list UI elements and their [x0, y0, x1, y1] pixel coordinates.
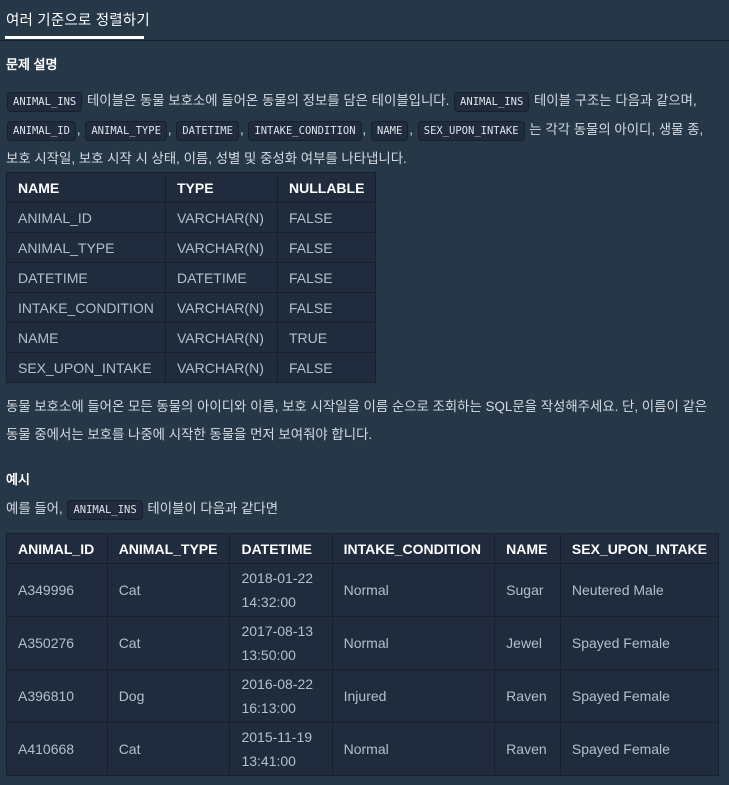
cell: VARCHAR(N) — [165, 322, 278, 353]
example-table: ANIMAL_ID ANIMAL_TYPE DATETIME INTAKE_CO… — [6, 533, 720, 776]
cell: FALSE — [276, 232, 377, 263]
separator: , — [362, 122, 370, 137]
text: 테이블은 동물 보호소에 들어온 동물의 정보를 담은 테이블입니다. — [83, 93, 454, 108]
cell: Spayed Female — [559, 616, 720, 670]
code-column: INTAKE_CONDITION — [248, 121, 362, 141]
example-intro: 예를 들어, ANIMAL_INS 테이블이 다음과 같다면 — [6, 495, 722, 524]
tab-label: 여러 기준으로 정렬하기 — [6, 13, 150, 29]
cell: Injured — [331, 669, 496, 723]
cell: A396810 — [6, 669, 108, 723]
cell: FALSE — [276, 292, 377, 323]
cell: Raven — [494, 669, 561, 723]
cell: A410668 — [6, 722, 108, 776]
column-header: ANIMAL_TYPE — [106, 533, 231, 564]
cell: Normal — [331, 563, 496, 617]
cell: Sugar — [494, 563, 561, 617]
column-header: NAME — [6, 172, 166, 203]
code-column: DATETIME — [176, 121, 239, 141]
text: 예를 들어, — [6, 501, 67, 516]
tab-problem[interactable]: 여러 기준으로 정렬하기 — [5, 0, 150, 40]
cell: Cat — [106, 563, 231, 617]
example-heading: 예시 — [6, 472, 30, 487]
separator: , — [167, 122, 176, 137]
cell: VARCHAR(N) — [165, 202, 278, 233]
table-header-row: ANIMAL_ID ANIMAL_TYPE DATETIME INTAKE_CO… — [6, 533, 720, 564]
cell: 2016-08-22 16:13:00 — [229, 669, 333, 723]
cell: VARCHAR(N) — [165, 352, 278, 383]
code-table-name: ANIMAL_INS — [454, 92, 530, 112]
cell: NAME — [6, 322, 166, 353]
table-row: A396810 Dog 2016-08-22 16:13:00 Injured … — [6, 669, 720, 723]
active-tab-indicator — [5, 36, 144, 39]
table-row: A350276 Cat 2017-08-13 13:50:00 Normal J… — [6, 616, 720, 670]
cell: DATETIME — [165, 262, 278, 293]
cell: SEX_UPON_INTAKE — [6, 352, 166, 383]
separator: , — [239, 122, 248, 137]
cell: FALSE — [276, 202, 377, 233]
column-header: TYPE — [165, 172, 278, 203]
table-row: ANIMAL_ID VARCHAR(N) FALSE — [6, 202, 377, 233]
cell: 2017-08-13 13:50:00 — [229, 616, 333, 670]
separator: , — [409, 122, 417, 137]
separator: , — [76, 122, 85, 137]
cell: INTAKE_CONDITION — [6, 292, 166, 323]
table-header-row: NAME TYPE NULLABLE — [6, 172, 377, 203]
task-paragraph: 동물 보호소에 들어온 모든 동물의 아이디와 이름, 보호 시작일을 이름 순… — [6, 399, 708, 442]
cell: Dog — [106, 669, 231, 723]
code-column: NAME — [371, 121, 409, 141]
column-header: INTAKE_CONDITION — [331, 533, 496, 564]
code-table-name: ANIMAL_INS — [67, 500, 143, 520]
tab-bar: 여러 기준으로 정렬하기 — [0, 0, 729, 41]
table-row: SEX_UPON_INTAKE VARCHAR(N) FALSE — [6, 352, 377, 383]
description-paragraph: ANIMAL_INS 테이블은 동물 보호소에 들어온 동물의 정보를 담은 테… — [6, 87, 722, 173]
code-column: ANIMAL_TYPE — [85, 121, 167, 141]
table-row: ANIMAL_TYPE VARCHAR(N) FALSE — [6, 232, 377, 263]
column-header: NULLABLE — [276, 172, 377, 203]
column-header: DATETIME — [229, 533, 333, 564]
cell: FALSE — [276, 262, 377, 293]
cell: A350276 — [6, 616, 108, 670]
cell: VARCHAR(N) — [165, 292, 278, 323]
cell: Normal — [331, 722, 496, 776]
cell: TRUE — [276, 322, 377, 353]
table-row: INTAKE_CONDITION VARCHAR(N) FALSE — [6, 292, 377, 323]
text: 테이블이 다음과 같다면 — [143, 501, 279, 516]
column-header: ANIMAL_ID — [6, 533, 108, 564]
table-row: A349996 Cat 2018-01-22 14:32:00 Normal S… — [6, 563, 720, 617]
description-heading: 문제 설명 — [6, 57, 58, 72]
table-row: NAME VARCHAR(N) TRUE — [6, 322, 377, 353]
cell: Spayed Female — [559, 722, 720, 776]
cell: Spayed Female — [559, 669, 720, 723]
cell: Normal — [331, 616, 496, 670]
code-table-name: ANIMAL_INS — [7, 92, 83, 112]
cell: FALSE — [276, 352, 377, 383]
code-column: SEX_UPON_INTAKE — [417, 121, 525, 141]
cell: Jewel — [494, 616, 561, 670]
cell: VARCHAR(N) — [165, 232, 278, 263]
cell: ANIMAL_TYPE — [6, 232, 166, 263]
cell: 2015-11-19 13:41:00 — [229, 722, 333, 776]
schema-table: NAME TYPE NULLABLE ANIMAL_ID VARCHAR(N) … — [6, 172, 377, 383]
cell: A349996 — [6, 563, 108, 617]
cell: Neutered Male — [559, 563, 720, 617]
cell: Cat — [106, 616, 231, 670]
cell: 2018-01-22 14:32:00 — [229, 563, 333, 617]
text: 테이블 구조는 다음과 같으며, — [530, 93, 697, 108]
cell: ANIMAL_ID — [6, 202, 166, 233]
cell: Raven — [494, 722, 561, 776]
cell: DATETIME — [6, 262, 166, 293]
table-row: A410668 Cat 2015-11-19 13:41:00 Normal R… — [6, 722, 720, 776]
column-header: NAME — [494, 533, 561, 564]
cell: Cat — [106, 722, 231, 776]
column-header: SEX_UPON_INTAKE — [559, 533, 720, 564]
code-column: ANIMAL_ID — [7, 121, 76, 141]
table-row: DATETIME DATETIME FALSE — [6, 262, 377, 293]
